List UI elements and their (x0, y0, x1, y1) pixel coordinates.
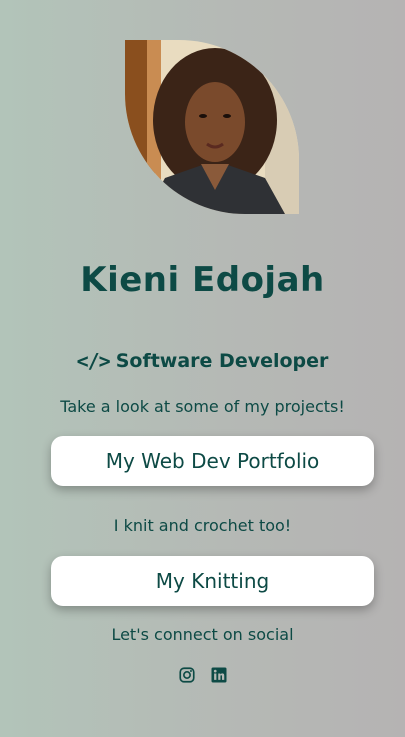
link-page: Kieni Edojah </> Software Developer Take… (0, 0, 405, 737)
linkedin-icon[interactable] (210, 666, 228, 684)
knitting-button[interactable]: My Knitting (51, 556, 374, 606)
profile-photo (125, 40, 299, 214)
profile-role: </> Software Developer (0, 349, 405, 373)
instagram-icon[interactable] (178, 666, 196, 684)
profile-name: Kieni Edojah (80, 260, 325, 300)
social-caption: Let's connect on social (111, 625, 294, 644)
portfolio-button[interactable]: My Web Dev Portfolio (51, 436, 374, 486)
code-icon: </> (76, 349, 111, 373)
portfolio-caption: Take a look at some of my projects! (60, 397, 345, 416)
role-label: Software Developer (115, 350, 329, 372)
knitting-caption: I knit and crochet too! (113, 516, 292, 535)
social-links (0, 666, 405, 684)
